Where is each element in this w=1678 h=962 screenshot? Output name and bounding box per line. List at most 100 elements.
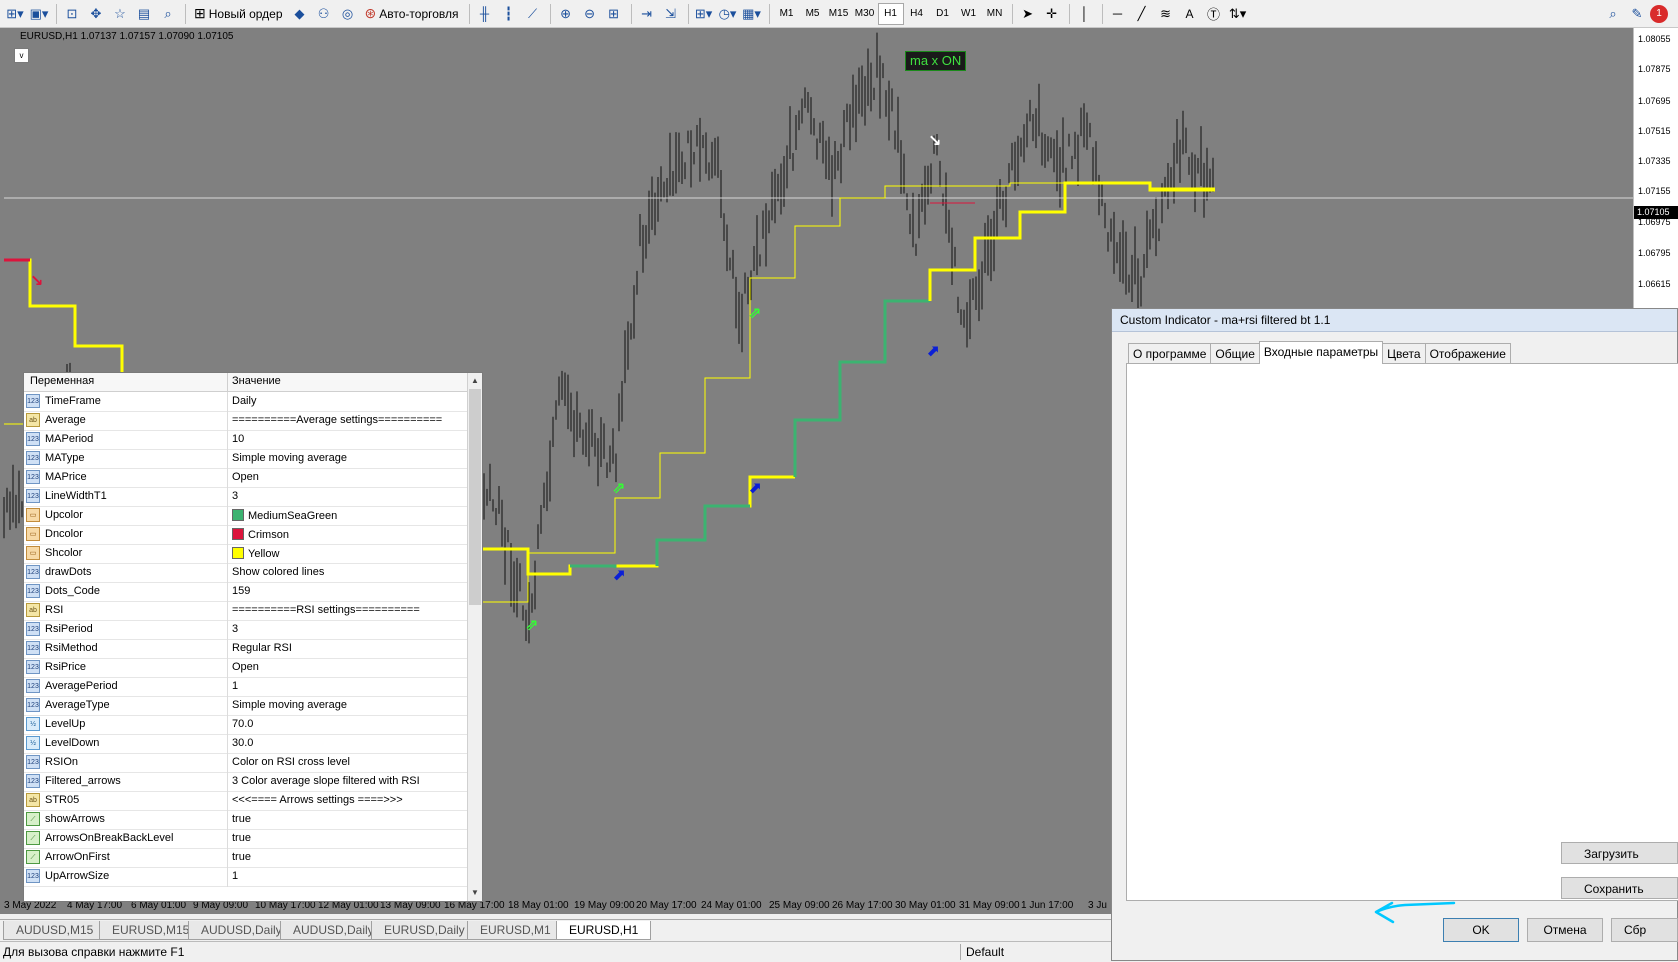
parameter-row[interactable]: ▭ Dncolor Crimson [24, 525, 467, 545]
parameter-value[interactable]: ==========Average settings========== [232, 414, 442, 426]
tester-icon[interactable]: ⌕ [157, 3, 179, 25]
chart-menu-icon[interactable]: v [14, 48, 29, 63]
signals-icon[interactable]: ⚇ [313, 3, 335, 25]
parameter-value[interactable]: <<<==== Arrows settings ====>>> [232, 794, 403, 806]
new-order-button[interactable]: ⊞ Новый ордер [190, 3, 287, 25]
parameter-value[interactable]: ==========RSI settings========== [232, 604, 420, 616]
parameter-row[interactable]: 123 TimeFrame Daily [24, 392, 467, 412]
parameter-value[interactable]: 3 Color average slope filtered with RSI [232, 775, 420, 787]
autotrading-button[interactable]: ⊛ Авто-торговля [361, 3, 463, 25]
timeframe-h1-button[interactable]: H1 [877, 2, 904, 25]
timeframe-m1-button[interactable]: M1 [774, 3, 800, 25]
periods-icon[interactable]: ◷▾ [717, 3, 739, 25]
parameter-value[interactable]: Color on RSI cross level [232, 756, 350, 768]
metaeditor-icon[interactable]: ◆ [289, 3, 311, 25]
parameter-row[interactable]: ab Average ==========Average settings=====… [24, 411, 467, 431]
timeframe-d1-button[interactable]: D1 [930, 3, 956, 25]
vertical-line-icon[interactable]: │ [1074, 3, 1096, 25]
parameter-value[interactable]: 70.0 [232, 718, 253, 730]
parameter-row[interactable]: 123 UpArrowSize 1 [24, 867, 467, 887]
parameter-row[interactable]: 123 MAType Simple moving average [24, 449, 467, 469]
chart-tab[interactable]: AUDUSD,Daily [188, 921, 295, 940]
new-chart-icon[interactable]: ⊞▾ [4, 3, 26, 25]
parameter-row[interactable]: 123 Dots_Code 159 [24, 582, 467, 602]
parameter-value[interactable]: true [232, 832, 251, 844]
save-button[interactable]: Сохранить [1561, 877, 1678, 899]
dialog-tab[interactable]: Цвета [1382, 343, 1426, 364]
market-icon[interactable]: ◎ [337, 3, 359, 25]
parameter-row[interactable]: ▭ Shcolor Yellow [24, 544, 467, 564]
dialog-tab[interactable]: О программе [1128, 343, 1212, 364]
parameter-value[interactable]: Open [232, 661, 259, 673]
parameter-row[interactable]: 123 RsiPrice Open [24, 658, 467, 678]
parameter-value[interactable]: 30.0 [232, 737, 253, 749]
parameter-value[interactable]: 159 [232, 585, 250, 597]
parameter-value[interactable]: Simple moving average [232, 699, 347, 711]
parameter-row[interactable]: 123 MAPeriod 10 [24, 430, 467, 450]
parameter-row[interactable]: ½ LevelDown 30.0 [24, 734, 467, 754]
timeframe-mn-button[interactable]: MN [982, 3, 1008, 25]
templates-icon[interactable]: ▦▾ [741, 3, 763, 25]
parameter-row[interactable]: ⟋ showArrows true [24, 810, 467, 830]
timeframe-m30-button[interactable]: M30 [852, 3, 878, 25]
parameter-row[interactable]: 123 AveragePeriod 1 [24, 677, 467, 697]
line-chart-icon[interactable]: ⟋ [522, 3, 544, 25]
parameter-value[interactable]: 1 [232, 870, 238, 882]
parameter-row[interactable]: ab RSI ==========RSI settings========== [24, 601, 467, 621]
timeframe-m5-button[interactable]: M5 [800, 3, 826, 25]
parameter-row[interactable]: 123 drawDots Show colored lines [24, 563, 467, 583]
reset-button[interactable]: Сбр [1611, 918, 1678, 942]
parameter-value[interactable]: 10 [232, 433, 244, 445]
timeframe-h4-button[interactable]: H4 [904, 3, 930, 25]
parameter-value[interactable]: 3 [232, 623, 238, 635]
parameter-value[interactable]: MediumSeaGreen [232, 509, 337, 522]
zoom-in-icon[interactable]: ⊕ [555, 3, 577, 25]
parameter-value[interactable]: Daily [232, 395, 256, 407]
horizontal-line-icon[interactable]: ─ [1107, 3, 1129, 25]
tile-windows-icon[interactable]: ⊞ [603, 3, 625, 25]
parameter-row[interactable]: ⟋ ArrowsOnBreakBackLevel true [24, 829, 467, 849]
text-tool-icon[interactable]: A [1179, 3, 1201, 25]
fibonacci-icon[interactable]: ≋ [1155, 3, 1177, 25]
parameter-row[interactable]: ab STR05 <<<==== Arrows settings ====>>> [24, 791, 467, 811]
parameter-row[interactable]: 123 RsiMethod Regular RSI [24, 639, 467, 659]
chart-tab[interactable]: EURUSD,Daily [371, 921, 478, 940]
chart-tab[interactable]: EURUSD,M1 [467, 921, 564, 940]
autoscroll-icon[interactable]: ⇲ [660, 3, 682, 25]
trendline-icon[interactable]: ╱ [1131, 3, 1153, 25]
terminal-icon[interactable]: ▤ [133, 3, 155, 25]
parameter-value[interactable]: 3 [232, 490, 238, 502]
timeframe-w1-button[interactable]: W1 [956, 3, 982, 25]
scroll-up-icon[interactable]: ▲ [469, 374, 481, 388]
parameter-row[interactable]: 123 LineWidthT1 3 [24, 487, 467, 507]
candlestick-icon[interactable]: ┇ [498, 3, 520, 25]
scroll-down-icon[interactable]: ▼ [469, 886, 481, 900]
chart-tab[interactable]: EURUSD,M15 [99, 921, 203, 940]
grid-scrollbar[interactable]: ▲ ▼ [467, 373, 482, 901]
bar-chart-icon[interactable]: ╫ [474, 3, 496, 25]
chat-icon[interactable]: ✎ [1626, 3, 1648, 25]
parameter-row[interactable]: 123 AverageType Simple moving average [24, 696, 467, 716]
arrows-icon[interactable]: ⇅▾ [1227, 3, 1249, 25]
parameter-value[interactable]: Yellow [232, 547, 279, 560]
parameter-value[interactable]: Regular RSI [232, 642, 292, 654]
parameter-value[interactable]: Crimson [232, 528, 289, 541]
cancel-button[interactable]: Отмена [1527, 918, 1603, 942]
chart-tab[interactable]: AUDUSD,M15 [3, 921, 107, 940]
crosshair-icon[interactable]: ✛ [1041, 3, 1063, 25]
navigator-icon[interactable]: ☆ [109, 3, 131, 25]
parameter-row[interactable]: ½ LevelUp 70.0 [24, 715, 467, 735]
zoom-out-icon[interactable]: ⊖ [579, 3, 601, 25]
chart-shift-icon[interactable]: ⇥ [636, 3, 658, 25]
chart-tab[interactable]: EURUSD,H1 [556, 921, 652, 940]
notifications-icon[interactable]: 1 [1650, 4, 1668, 23]
market-watch-icon[interactable]: ⊡ [61, 3, 83, 25]
parameter-row[interactable]: 123 Filtered_arrows 3 Color average slope … [24, 772, 467, 792]
parameter-value[interactable]: Open [232, 471, 259, 483]
parameter-row[interactable]: 123 RSIOn Color on RSI cross level [24, 753, 467, 773]
dialog-tab[interactable]: Отображение [1424, 343, 1511, 364]
indicators-icon[interactable]: ⊞▾ [693, 3, 715, 25]
parameter-value[interactable]: Simple moving average [232, 452, 347, 464]
cursor-icon[interactable]: ➤ [1017, 3, 1039, 25]
parameter-value[interactable]: Show colored lines [232, 566, 324, 578]
